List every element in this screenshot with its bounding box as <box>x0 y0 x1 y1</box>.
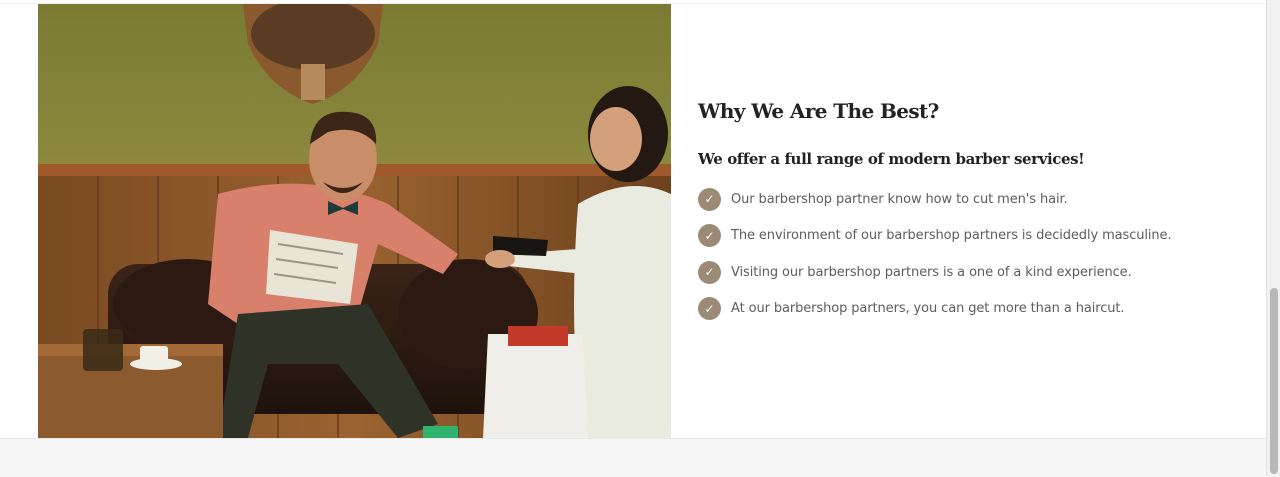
check-icon: ✓ <box>698 224 721 247</box>
feature-text: Our barbershop partner know how to cut m… <box>731 191 1068 207</box>
check-icon: ✓ <box>698 297 721 320</box>
feature-text: The environment of our barbershop partne… <box>731 228 1172 243</box>
section-heading: Why We Are The Best? <box>698 99 939 123</box>
section-subheading: We offer a full range of modern barber s… <box>698 150 1085 168</box>
page: Why We Are The Best? We offer a full ran… <box>0 0 1266 477</box>
feature-item: ✓ Visiting our barbershop partners is a … <box>698 260 1238 284</box>
check-icon: ✓ <box>698 187 721 211</box>
feature-item: ✓ The environment of our barbershop part… <box>698 224 1238 247</box>
feature-list: ✓ Our barbershop partner know how to cut… <box>698 187 1238 320</box>
check-icon: ✓ <box>698 260 721 284</box>
footer-band <box>0 438 1266 477</box>
why-best-section: Why We Are The Best? We offer a full ran… <box>698 96 1238 334</box>
vertical-scrollbar[interactable] <box>1266 0 1280 476</box>
feature-item: ✓ Our barbershop partner know how to cut… <box>698 187 1238 211</box>
feature-text: At our barbershop partners, you can get … <box>731 301 1125 316</box>
feature-text: Visiting our barbershop partners is a on… <box>731 264 1132 280</box>
feature-item: ✓ At our barbershop partners, you can ge… <box>698 297 1238 320</box>
scrollbar-thumb[interactable] <box>1270 288 1278 474</box>
barbershop-photo <box>38 4 671 438</box>
